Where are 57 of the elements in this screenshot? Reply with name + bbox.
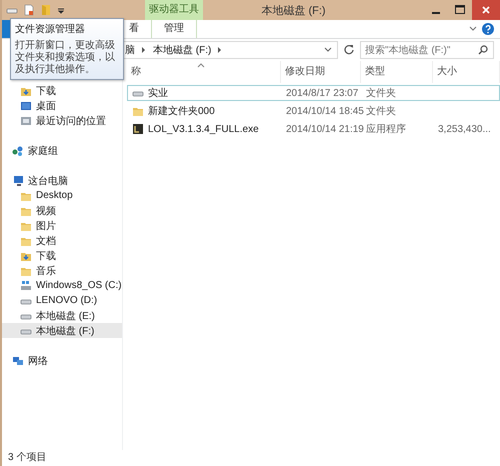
help-icon[interactable] <box>482 23 494 35</box>
search-field[interactable]: 搜索"本地磁盘 (F:)" <box>360 41 494 59</box>
folder-icon <box>132 105 144 117</box>
date-cell-text: 2014/10/14 18:45 <box>285 106 362 116</box>
document-icon[interactable] <box>23 4 35 16</box>
file-name: 新建文件夹000 <box>148 104 215 118</box>
computer-icon <box>12 174 24 186</box>
nav-item[interactable]: 视频 <box>2 203 122 218</box>
column-header[interactable]: 修改日期 <box>281 61 361 83</box>
column-header[interactable]: 大小 <box>433 61 500 83</box>
file-row[interactable]: 实业 2014/8/17 23:07 文件夹 <box>127 85 500 101</box>
type-cell-text: 文件夹 <box>365 86 397 100</box>
homegroup-icon <box>12 144 24 156</box>
nav-item[interactable]: 本地磁盘 (E:) <box>2 308 122 323</box>
breadcrumb[interactable]: 本地磁盘 (F:) <box>153 43 212 57</box>
column-header[interactable]: 类型 <box>361 61 433 83</box>
type-cell-text: 文件夹 <box>365 104 397 118</box>
nav-item[interactable]: 音乐 <box>2 263 122 278</box>
file-row[interactable]: 新建文件夹000 2014/10/14 18:45 文件夹 <box>127 103 500 119</box>
column-header[interactable]: 称 <box>127 61 281 83</box>
date-cell-text: 2014/10/14 21:19 <box>285 124 362 134</box>
tooltip-text: 打开新窗口，更改高级文件夹和搜索选项，以及执行其他操作。 <box>15 40 116 76</box>
file-row[interactable]: LOL_V3.1.3.4_FULL.exe 2014/10/14 21:19 应用程序 3,253,430... <box>127 121 500 137</box>
network-icon <box>12 354 24 366</box>
window-title: 本地磁盘 (F:) <box>260 4 327 18</box>
ribbon-tab[interactable]: 管理 <box>151 20 197 38</box>
type-cell-text: 应用程序 <box>365 122 407 136</box>
desktop-icon <box>20 100 32 112</box>
nav-item[interactable]: LENOVO (D:) <box>2 293 122 308</box>
nav-item[interactable]: 文档 <box>2 233 122 248</box>
nav-item[interactable]: 网络 <box>2 353 122 368</box>
nav-item[interactable]: 家庭组 <box>2 143 122 158</box>
file-name: 实业 <box>148 86 168 100</box>
date-cell-text: 2014/8/17 23:07 <box>285 88 360 98</box>
nav-item[interactable]: 桌面 <box>2 98 122 113</box>
system-drive-icon <box>20 280 32 292</box>
close-button[interactable] <box>472 0 500 20</box>
breadcrumb-arrow-icon[interactable] <box>141 46 147 54</box>
nav-item[interactable]: 本地磁盘 (F:) <box>2 323 122 338</box>
nav-item[interactable]: 最近访问的位置 <box>2 113 122 128</box>
breadcrumb[interactable]: 脑 <box>125 43 135 57</box>
size-cell: 3,253,430... <box>438 124 491 134</box>
nav-item[interactable]: 这台电脑 <box>2 173 122 188</box>
close-icon <box>481 5 491 15</box>
nav-item[interactable]: Windows8_OS (C:) <box>2 278 122 293</box>
nav-item[interactable]: 下载 <box>2 248 122 263</box>
search-icon <box>477 44 489 56</box>
nav-item[interactable]: Desktop <box>2 188 122 203</box>
file-name: LOL_V3.1.3.4_FULL.exe <box>148 124 259 134</box>
app-icon <box>132 123 144 135</box>
breadcrumb-arrow-icon[interactable] <box>217 46 224 54</box>
status-text: 3 个项目 <box>7 451 48 465</box>
nav-item[interactable]: 图片 <box>2 218 122 233</box>
nav-item[interactable]: 下载 <box>2 83 122 98</box>
tooltip-title: 文件资源管理器 <box>15 22 86 36</box>
recent-places-icon <box>20 114 32 126</box>
context-tab-label: 驱动器工具 <box>145 0 203 20</box>
